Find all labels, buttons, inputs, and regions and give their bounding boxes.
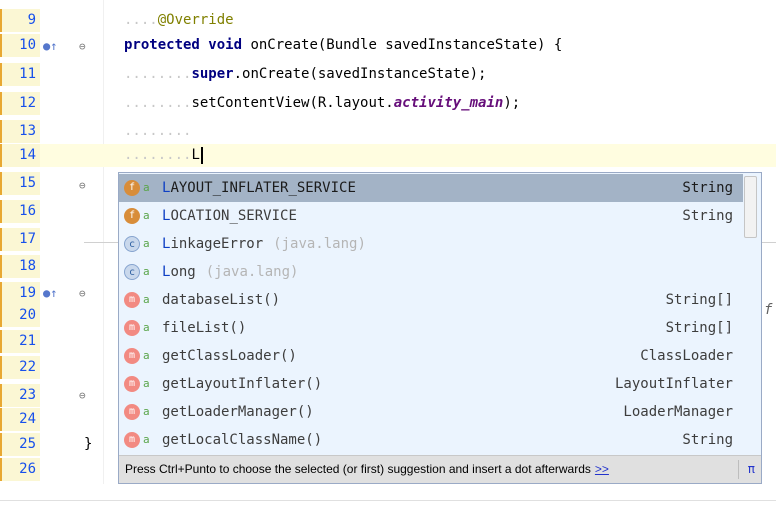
suggestion-type: ClassLoader: [640, 348, 733, 364]
popup-hint-bar: Press Ctrl+Punto to choose the selected …: [119, 455, 761, 483]
suggestion-item[interactable]: m a getLoaderManager() LoaderManager: [119, 398, 743, 426]
field-icon: f: [124, 208, 140, 224]
public-access-icon: a: [143, 377, 150, 390]
suggestion-type: String[]: [665, 320, 733, 336]
hint-more-link[interactable]: >>: [595, 462, 609, 476]
line-number: 13: [0, 120, 40, 143]
method-separator: [762, 242, 776, 243]
public-access-icon: a: [143, 209, 150, 222]
class-icon: c: [124, 264, 140, 280]
public-access-icon: a: [143, 293, 150, 306]
hint-text: Press Ctrl+Punto to choose the selected …: [125, 462, 591, 476]
fold-end-icon[interactable]: ⊖: [79, 384, 86, 407]
suggestion-name: getLoaderManager(): [162, 404, 314, 420]
suggestion-type: String: [682, 180, 733, 196]
method-icon: m: [124, 432, 140, 448]
line-number: 20: [0, 304, 40, 327]
public-access-icon: a: [143, 405, 150, 418]
suggestion-item[interactable]: c a LinkageError (java.lang): [119, 230, 743, 258]
method-separator: [84, 242, 118, 243]
suggestion-name: getClassLoader(): [162, 348, 297, 364]
override-marker-icon[interactable]: ●↑: [43, 35, 57, 58]
pi-icon[interactable]: π: [748, 456, 755, 482]
suggestion-item[interactable]: m a fileList() String[]: [119, 314, 743, 342]
suggestion-item[interactable]: f a LAYOUT_INFLATER_SERVICE String: [119, 174, 743, 202]
override-marker-icon[interactable]: ●↑: [43, 282, 57, 305]
code-line-9: ....@Override: [124, 12, 234, 28]
fold-icon[interactable]: ⊖: [79, 282, 86, 305]
suggestion-type: String: [682, 432, 733, 448]
line-number: 14: [0, 144, 40, 167]
editor-bottom-border: [0, 500, 776, 501]
suggestion-type: String[]: [665, 292, 733, 308]
code-line-25: }: [84, 436, 93, 452]
code-line-11: ........super.onCreate(savedInstanceStat…: [124, 66, 487, 82]
line-number: 23: [0, 384, 40, 407]
code-line-14[interactable]: ........L: [124, 144, 203, 167]
method-icon: m: [124, 404, 140, 420]
text-caret: [200, 146, 203, 164]
editor-line: 9: [0, 9, 776, 32]
class-icon: c: [124, 236, 140, 252]
public-access-icon: a: [143, 433, 150, 446]
autocomplete-popup[interactable]: f a LAYOUT_INFLATER_SERVICE String f a LOCATIO…: [118, 172, 762, 484]
editor-line: 14: [0, 144, 776, 167]
method-icon: m: [124, 292, 140, 308]
hint-separator: [738, 460, 739, 479]
code-line-13: ........: [124, 123, 192, 139]
suggestion-name: fileList(): [162, 320, 247, 336]
public-access-icon: a: [143, 237, 150, 250]
code-line-12: ........setContentView(R.layout.activity…: [124, 95, 521, 111]
code-fragment: f: [764, 302, 773, 318]
line-number: 18: [0, 255, 40, 278]
popup-scrollbar[interactable]: [744, 176, 757, 238]
public-access-icon: a: [143, 265, 150, 278]
field-icon: f: [124, 180, 140, 196]
fold-end-icon[interactable]: ⊖: [79, 174, 86, 197]
line-number: 26: [0, 458, 40, 481]
public-access-icon: a: [143, 181, 150, 194]
method-icon: m: [124, 320, 140, 336]
suggestion-name: databaseList(): [162, 292, 281, 308]
public-access-icon: a: [143, 321, 150, 334]
line-number: 11: [0, 63, 40, 86]
method-icon: m: [124, 376, 140, 392]
suggestion-package: (java.lang): [273, 236, 366, 252]
line-number: 19: [0, 282, 40, 305]
suggestion-package: (java.lang): [205, 264, 299, 280]
line-number: 9: [0, 9, 40, 32]
line-number: 12: [0, 92, 40, 115]
code-editor[interactable]: 9 10 11 12 13 14 15 16 17 18 19 20 21 22 23 24 25 26 ....…: [0, 0, 776, 516]
suggestion-item[interactable]: m a getClassLoader() ClassLoader: [119, 342, 743, 370]
suggestion-item[interactable]: f a LOCATION_SERVICE String: [119, 202, 743, 230]
suggestion-type: LayoutInflater: [614, 376, 733, 392]
suggestion-name: LOCATION_SERVICE: [162, 208, 297, 224]
method-icon: m: [124, 348, 140, 364]
public-access-icon: a: [143, 349, 150, 362]
suggestion-item[interactable]: m a getLayoutInflater() LayoutInflater: [119, 370, 743, 398]
line-number: 15: [0, 172, 40, 195]
suggestion-item[interactable]: c a Long (java.lang): [119, 258, 743, 286]
suggestion-name: LAYOUT_INFLATER_SERVICE: [162, 180, 356, 196]
line-number: 22: [0, 356, 40, 379]
suggestion-item[interactable]: m a getLocalClassName() String: [119, 426, 743, 454]
suggestion-name: getLayoutInflater(): [162, 376, 323, 392]
editor-line: 13: [0, 120, 776, 143]
suggestion-item[interactable]: m a databaseList() String[]: [119, 286, 743, 314]
line-number: 10: [0, 34, 40, 57]
line-number: 24: [0, 408, 40, 431]
line-number: 25: [0, 433, 40, 456]
suggestion-type: String: [682, 208, 733, 224]
line-number: 21: [0, 330, 40, 353]
fold-icon[interactable]: ⊖: [79, 35, 86, 58]
suggestion-name: LinkageError (java.lang): [162, 236, 366, 252]
suggestion-name: Long (java.lang): [162, 264, 299, 280]
line-number: 16: [0, 200, 40, 223]
suggestion-name: getLocalClassName(): [162, 432, 323, 448]
suggestion-type: LoaderManager: [623, 404, 733, 420]
code-line-10: protected void onCreate(Bundle savedInst…: [124, 37, 563, 53]
line-number: 17: [0, 228, 40, 251]
